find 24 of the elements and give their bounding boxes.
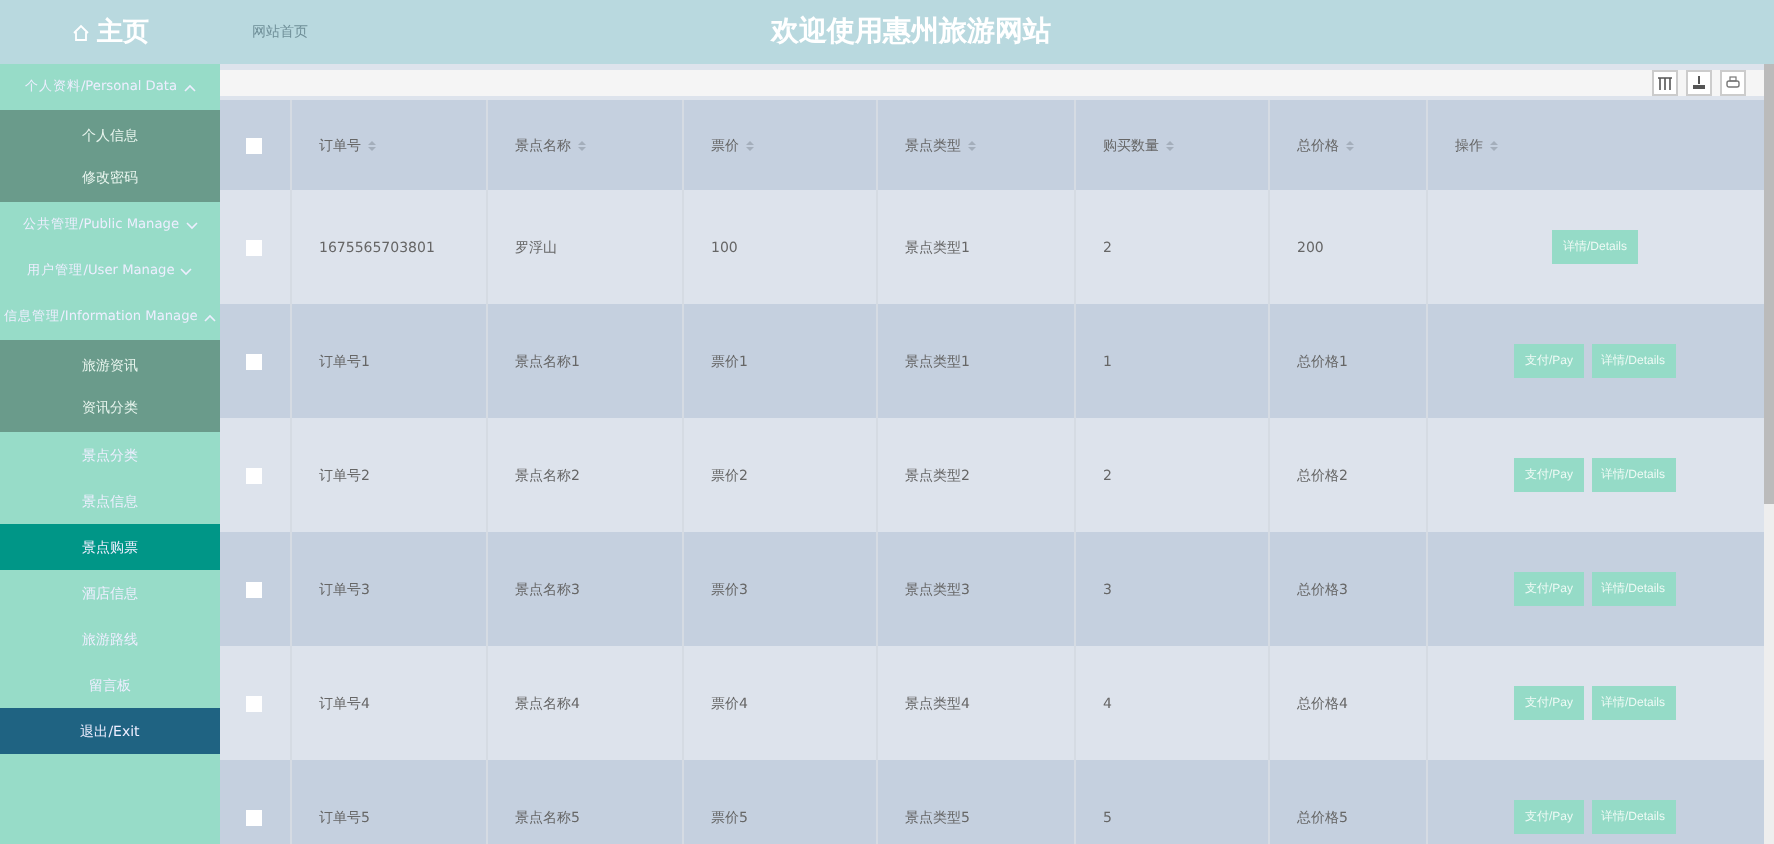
row-checkbox[interactable] <box>246 809 263 826</box>
print-icon[interactable] <box>1720 70 1746 96</box>
sort-icon[interactable] <box>367 139 375 152</box>
sort-icon[interactable] <box>1165 139 1173 152</box>
page-title: 欢迎使用惠州旅游网站 <box>768 14 1053 50</box>
sort-icon[interactable] <box>1489 139 1497 152</box>
row-checkbox[interactable] <box>246 581 263 598</box>
row-checkbox[interactable] <box>246 353 263 370</box>
home-icon <box>71 23 89 41</box>
row-checkbox[interactable] <box>246 695 263 712</box>
caret-icon <box>180 267 193 275</box>
sort-icon[interactable] <box>967 139 975 152</box>
sort-icon[interactable] <box>745 139 753 152</box>
select-all-checkbox[interactable] <box>246 137 263 154</box>
sort-icon[interactable] <box>1345 139 1353 152</box>
row-checkbox[interactable] <box>246 467 263 484</box>
home-link[interactable]: 主页 <box>97 14 149 50</box>
row-checkbox[interactable] <box>246 239 263 256</box>
columns-icon[interactable] <box>1652 70 1678 96</box>
caret-icon <box>203 313 216 321</box>
sort-icon[interactable] <box>577 139 585 152</box>
caret-icon <box>185 221 198 229</box>
export-icon[interactable] <box>1686 70 1712 96</box>
caret-icon <box>183 83 196 91</box>
